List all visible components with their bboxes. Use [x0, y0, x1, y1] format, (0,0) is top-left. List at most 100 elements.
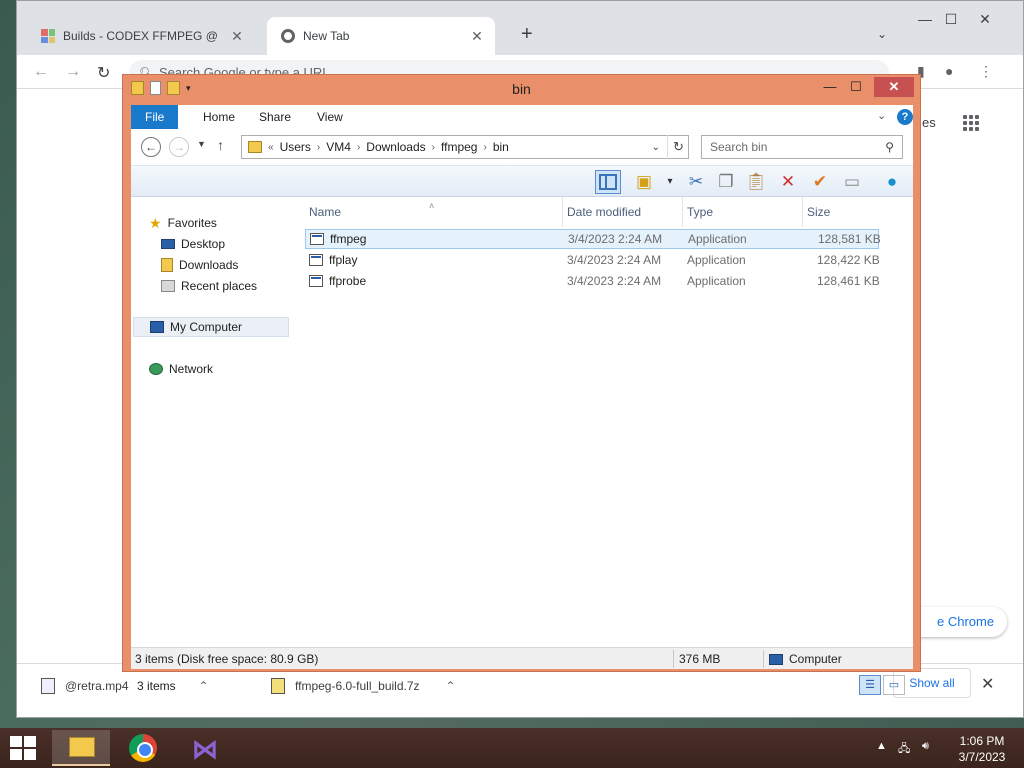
chevron-right-icon[interactable]: › [317, 142, 320, 153]
nav-recent-places[interactable]: Recent places [161, 276, 317, 296]
new-tab-button[interactable]: + [521, 23, 533, 46]
properties-icon[interactable]: ▣ [631, 170, 657, 194]
nav-network[interactable]: Network [149, 359, 305, 379]
profile-avatar-icon[interactable]: ● [945, 63, 953, 79]
column-header-date[interactable]: Date modified [563, 197, 683, 227]
copy-icon[interactable]: ❐ [713, 170, 739, 194]
close-download-bar-icon[interactable]: ✕ [981, 674, 994, 694]
download-item[interactable]: @retra.mp4 ⌃ [41, 674, 209, 698]
preview-pane-icon [599, 174, 617, 190]
tab-new-tab[interactable]: New Tab ✕ [267, 17, 495, 55]
breadcrumb-users[interactable]: Users [280, 140, 311, 154]
expand-ribbon-icon[interactable]: ⌄ [877, 109, 886, 122]
nav-my-computer[interactable]: My Computer [133, 317, 289, 337]
file-date: 3/4/2023 2:24 AM [567, 274, 662, 288]
minimize-button[interactable]: — [817, 79, 843, 94]
search-input[interactable]: Search bin ⚲ [701, 135, 903, 159]
network-tray-icon[interactable]: 🖧︎ [898, 740, 910, 759]
explorer-titlebar[interactable]: bin ▾ — ☐ ✕ [123, 75, 920, 103]
nav-downloads[interactable]: Downloads [161, 255, 317, 275]
nav-label: Downloads [179, 258, 239, 272]
tab-home[interactable]: Home [189, 105, 249, 129]
tab-search-chevron-icon[interactable]: ⌄ [877, 27, 887, 41]
maximize-button[interactable]: ☐ [937, 11, 965, 28]
taskbar-visual-studio[interactable]: ⋈ [176, 730, 234, 766]
paste-icon[interactable]: 📋︎ [743, 170, 769, 194]
forward-icon[interactable]: → [65, 63, 81, 81]
tab-title: Builds - CODEX FFMPEG @ gyan.dev [63, 29, 221, 43]
column-header-size[interactable]: Size [803, 197, 879, 227]
status-summary: 3 items (Disk free space: 80.9 GB) [135, 652, 319, 666]
customize-chrome-button[interactable]: e Chrome [907, 607, 1007, 637]
back-icon[interactable]: ← [33, 63, 49, 81]
chevron-right-icon[interactable]: › [483, 142, 486, 153]
breadcrumb-overflow[interactable]: « [268, 142, 274, 153]
recent-places-icon [161, 280, 175, 292]
taskbar-chrome[interactable] [114, 730, 172, 766]
chevron-right-icon[interactable]: › [357, 142, 360, 153]
chevron-down-icon[interactable]: ⌄ [652, 142, 660, 153]
start-button[interactable] [10, 736, 36, 760]
file-row[interactable]: ffprobe 3/4/2023 2:24 AM Application 128… [305, 272, 880, 292]
nav-desktop[interactable]: Desktop [161, 234, 317, 254]
recent-locations-icon[interactable]: ▼ [197, 139, 206, 149]
file-row[interactable]: ffplay 3/4/2023 2:24 AM Application 128,… [305, 251, 880, 271]
breadcrumb-downloads[interactable]: Downloads [366, 140, 425, 154]
new-folder-icon[interactable] [167, 81, 180, 95]
sort-caret-icon: ˄ [429, 201, 435, 211]
reload-icon[interactable]: ↻ [97, 63, 110, 83]
large-icons-view-icon[interactable]: ▭ [883, 675, 905, 695]
details-view-icon[interactable]: ☰ [859, 675, 881, 695]
back-button[interactable]: ← [141, 137, 161, 157]
maximize-button[interactable]: ☐ [843, 79, 869, 95]
tab-builds[interactable]: Builds - CODEX FFMPEG @ gyan.dev ✕ [27, 17, 255, 55]
close-window-button[interactable]: ✕ [971, 11, 999, 28]
chevron-up-icon[interactable]: ⌃ [199, 679, 209, 693]
shell-icon[interactable]: ● [879, 170, 905, 194]
taskbar-clock[interactable]: 1:06 PM 3/7/2023 [952, 733, 1012, 765]
file-row[interactable]: ffmpeg 3/4/2023 2:24 AM Application 128,… [305, 229, 881, 249]
close-window-button[interactable]: ✕ [874, 77, 914, 97]
close-tab-icon[interactable]: ✕ [229, 28, 245, 45]
ntp-link-partial[interactable]: es [922, 115, 936, 130]
properties-icon[interactable] [150, 81, 161, 95]
volume-icon[interactable]: 🔊︎ [922, 740, 929, 753]
tab-share[interactable]: Share [245, 105, 305, 129]
customize-qat-icon[interactable]: ▾ [186, 83, 191, 94]
tab-file[interactable]: File [131, 105, 179, 129]
star-icon: ★ [149, 214, 162, 231]
apps-grid-icon[interactable] [963, 115, 979, 131]
cut-icon[interactable]: ✂ [683, 170, 709, 194]
breadcrumb-vm4[interactable]: VM4 [326, 140, 351, 154]
column-header-type[interactable]: Type [683, 197, 803, 227]
column-header-name[interactable]: Name ˄ [305, 197, 563, 227]
up-icon[interactable]: ↑ [217, 137, 224, 153]
breadcrumb-ffmpeg[interactable]: ffmpeg [441, 140, 477, 154]
tab-view[interactable]: View [303, 105, 357, 129]
column-label: Name [309, 205, 342, 219]
rename-icon[interactable]: ▭ [839, 170, 865, 194]
refresh-icon[interactable]: ↻ [667, 135, 689, 159]
breadcrumb-bin[interactable]: bin [493, 140, 509, 154]
menu-kebab-icon[interactable]: ⋮ [979, 63, 993, 80]
nav-favorites[interactable]: ★ Favorites [149, 213, 305, 233]
preview-pane-button[interactable] [595, 170, 621, 194]
chevron-right-icon[interactable]: › [432, 142, 435, 153]
status-location: Computer [769, 652, 842, 666]
file-size: 128,422 KB [817, 253, 880, 267]
download-item[interactable]: ffmpeg-6.0-full_build.7z ⌃ [271, 674, 456, 698]
folder-icon [131, 81, 144, 95]
help-icon[interactable]: ? [897, 109, 913, 125]
check-icon[interactable]: ✔ [807, 170, 833, 194]
chevron-up-icon[interactable]: ⌃ [446, 679, 456, 693]
address-bar[interactable]: « Users › VM4 › Downloads › ffmpeg › bin ⌄ [241, 135, 689, 159]
delete-icon[interactable]: ✕ [775, 170, 801, 194]
minimize-button[interactable]: — [911, 11, 939, 27]
close-tab-icon[interactable]: ✕ [469, 28, 485, 45]
taskbar-file-explorer[interactable] [52, 730, 110, 766]
dropdown-icon[interactable]: ▾ [657, 170, 683, 194]
show-hidden-icons-icon[interactable]: ▲ [876, 740, 887, 752]
forward-button[interactable]: → [169, 137, 189, 157]
nav-label: My Computer [170, 320, 243, 334]
folder-icon [69, 737, 95, 757]
